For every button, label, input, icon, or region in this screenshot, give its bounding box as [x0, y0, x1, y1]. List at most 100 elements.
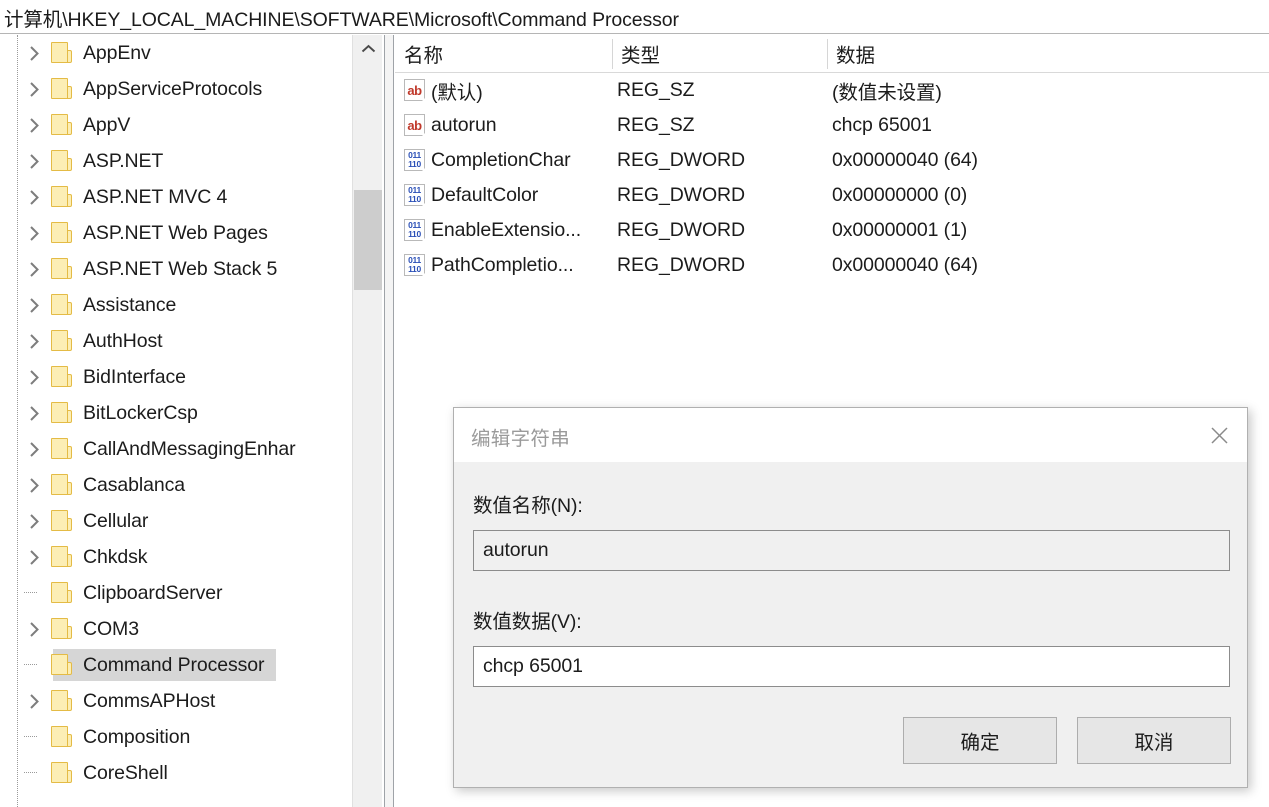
tree-item-clipboardserver[interactable]: ClipboardServer [0, 575, 352, 611]
value-name-cell: 011 110 DefaultColor [404, 184, 539, 208]
value-name-cell: 011 110 EnableExtensio... [404, 219, 581, 243]
registry-key-tree[interactable]: AppEnv AppServiceProtocols AppV ASP.NET ASP.… [0, 35, 352, 807]
dialog-titlebar[interactable]: 编辑字符串 [454, 408, 1247, 462]
column-header-data[interactable]: 数据 [827, 35, 1267, 72]
tree-item-label: ASP.NET MVC 4 [83, 185, 228, 208]
scroll-up-chevron-up-icon[interactable] [353, 35, 383, 63]
value-type-text: REG_DWORD [617, 149, 746, 171]
tree-item-appv[interactable]: AppV [0, 107, 352, 143]
tree-item-com3[interactable]: COM3 [0, 611, 352, 647]
tree-leaf-connector [22, 719, 46, 755]
folder-icon [50, 258, 74, 280]
registry-path-text: 计算机\HKEY_LOCAL_MACHINE\SOFTWARE\Microsof… [4, 9, 679, 31]
tree-leaf-connector [22, 755, 46, 791]
tree-item-cellular[interactable]: Cellular [0, 503, 352, 539]
tree-item-authhost[interactable]: AuthHost [0, 323, 352, 359]
chevron-right-icon[interactable] [22, 549, 46, 566]
folder-icon [50, 582, 74, 604]
tree-item-command-processor[interactable]: Command Processor [0, 647, 352, 683]
tree-item-label: Cellular [83, 509, 149, 532]
chevron-right-icon[interactable] [22, 441, 46, 458]
tree-item-appenv[interactable]: AppEnv [0, 35, 352, 71]
folder-icon [50, 762, 74, 784]
chevron-right-icon[interactable] [22, 477, 46, 494]
folder-icon [50, 618, 74, 640]
value-name-text: DefaultColor [431, 184, 539, 206]
value-row[interactable]: 011 110 CompletionChar REG_DWORD 0x00000040 … [395, 143, 1269, 178]
tree-item-commsaphost[interactable]: CommsAPHost [0, 683, 352, 719]
value-row[interactable]: ab (默认) REG_SZ (数值未设置) [395, 73, 1269, 108]
value-data-input[interactable] [473, 646, 1230, 687]
folder-icon [50, 78, 74, 100]
chevron-right-icon[interactable] [22, 45, 46, 62]
tree-item-label: BitLockerCsp [83, 401, 198, 424]
tree-item-asp-net-mvc-4[interactable]: ASP.NET MVC 4 [0, 179, 352, 215]
value-row[interactable]: 011 110 EnableExtensio... REG_DWORD 0x000000… [395, 213, 1269, 248]
tree-vertical-scrollbar[interactable] [352, 35, 382, 807]
chevron-right-icon[interactable] [22, 369, 46, 386]
chevron-right-icon[interactable] [22, 333, 46, 350]
folder-icon [50, 114, 74, 136]
value-row[interactable]: 011 110 PathCompletio... REG_DWORD 0x0000004… [395, 248, 1269, 283]
tree-item-label: ASP.NET [83, 149, 164, 172]
value-data-text: 0x00000001 (1) [832, 219, 968, 241]
tree-item-bidinterface[interactable]: BidInterface [0, 359, 352, 395]
ok-button[interactable]: 确定 [903, 717, 1057, 764]
column-header-type[interactable]: 类型 [612, 35, 827, 72]
close-icon[interactable] [1191, 408, 1247, 462]
tree-item-asp-net-web-stack-5[interactable]: ASP.NET Web Stack 5 [0, 251, 352, 287]
tree-item-callandmessagingenhar[interactable]: CallAndMessagingEnhar [0, 431, 352, 467]
string-value-icon: ab [404, 114, 427, 138]
tree-item-casablanca[interactable]: Casablanca [0, 467, 352, 503]
tree-leaf-connector [22, 647, 46, 683]
chevron-right-icon[interactable] [22, 225, 46, 242]
tree-item-label: CoreShell [83, 761, 168, 784]
column-header-name[interactable]: 名称 [395, 35, 612, 72]
values-column-header[interactable]: 名称 类型 数据 [395, 35, 1269, 73]
edit-string-dialog[interactable]: 编辑字符串 数值名称(N): 数值数据(V): 确定 取消 [453, 407, 1248, 788]
chevron-right-icon[interactable] [22, 297, 46, 314]
chevron-right-icon[interactable] [22, 117, 46, 134]
tree-item-coreshell[interactable]: CoreShell [0, 755, 352, 791]
panel-splitter[interactable] [384, 35, 394, 807]
chevron-right-icon[interactable] [22, 621, 46, 638]
value-name-input[interactable] [473, 530, 1230, 571]
value-data-label: 数值数据(V): [473, 611, 582, 633]
value-name-text: autorun [431, 114, 497, 136]
value-type-text: REG_DWORD [617, 219, 746, 241]
value-type-text: REG_DWORD [617, 254, 746, 276]
registry-key-tree-panel[interactable]: AppEnv AppServiceProtocols AppV ASP.NET ASP.… [0, 35, 384, 807]
value-name-cell: 011 110 PathCompletio... [404, 254, 574, 278]
chevron-right-icon[interactable] [22, 513, 46, 530]
chevron-right-icon[interactable] [22, 693, 46, 710]
tree-item-composition[interactable]: Composition [0, 719, 352, 755]
chevron-right-icon[interactable] [22, 189, 46, 206]
values-list[interactable]: ab (默认) REG_SZ (数值未设置) ab autorun REG_SZ chcp 6… [395, 73, 1269, 283]
folder-icon [50, 690, 74, 712]
tree-item-label: Composition [83, 725, 191, 748]
dword-value-icon: 011 110 [404, 184, 427, 208]
value-row[interactable]: 011 110 DefaultColor REG_DWORD 0x00000000 (0… [395, 178, 1269, 213]
chevron-right-icon[interactable] [22, 405, 46, 422]
folder-icon [50, 222, 74, 244]
tree-item-asp-net[interactable]: ASP.NET [0, 143, 352, 179]
tree-item-bitlockercsp[interactable]: BitLockerCsp [0, 395, 352, 431]
chevron-right-icon[interactable] [22, 261, 46, 278]
tree-item-appserviceprotocols[interactable]: AppServiceProtocols [0, 71, 352, 107]
tree-item-assistance[interactable]: Assistance [0, 287, 352, 323]
folder-icon [50, 474, 74, 496]
chevron-right-icon[interactable] [22, 153, 46, 170]
cancel-button[interactable]: 取消 [1077, 717, 1231, 764]
tree-item-label: AppEnv [83, 41, 151, 64]
tree-leaf-connector [22, 575, 46, 611]
value-row[interactable]: ab autorun REG_SZ chcp 65001 [395, 108, 1269, 143]
folder-icon [50, 186, 74, 208]
chevron-right-icon[interactable] [22, 81, 46, 98]
tree-item-asp-net-web-pages[interactable]: ASP.NET Web Pages [0, 215, 352, 251]
address-bar[interactable]: 计算机\HKEY_LOCAL_MACHINE\SOFTWARE\Microsof… [0, 0, 1269, 34]
value-name-cell: ab autorun [404, 114, 497, 138]
folder-icon [50, 294, 74, 316]
tree-item-label: BidInterface [83, 365, 186, 388]
tree-item-chkdsk[interactable]: Chkdsk [0, 539, 352, 575]
scrollbar-thumb[interactable] [354, 190, 382, 290]
